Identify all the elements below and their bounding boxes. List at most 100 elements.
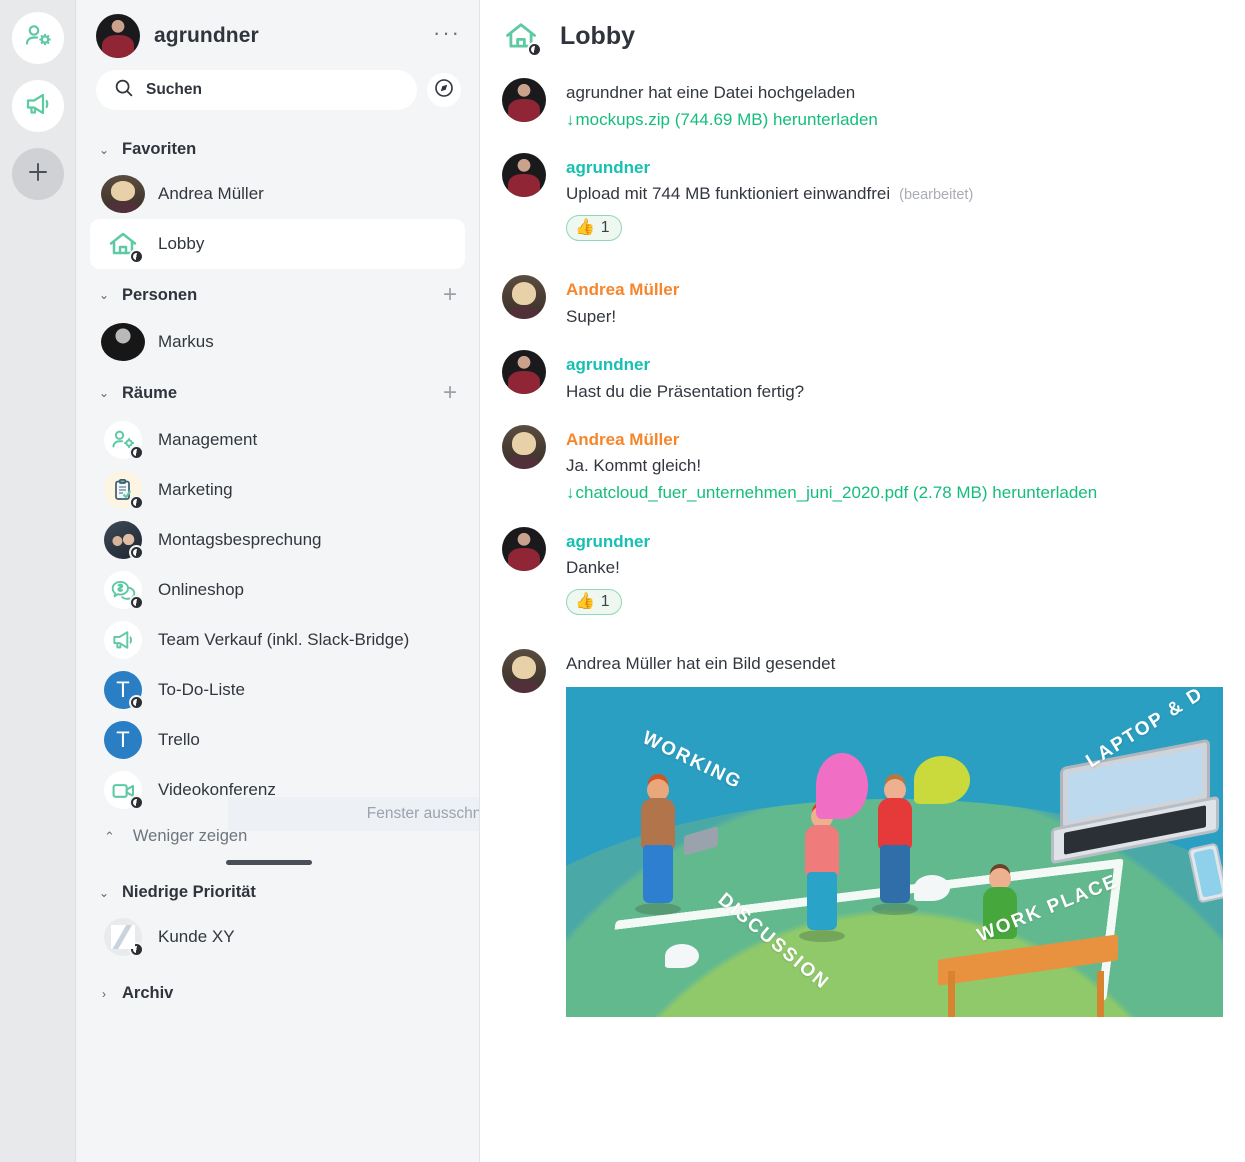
group-header-niedrige-prioritaet[interactable]: ⌄ Niedrige Priorität [76,869,479,912]
download-link[interactable]: ↓chatcloud_fuer_unternehmen_juni_2020.pd… [566,479,1223,506]
download-arrow-icon: ↓ [566,483,575,503]
house-icon [104,225,144,264]
sidebar-item-label: Management [158,430,258,449]
image-attachment[interactable]: WORKING DISCUSSION WORK PLACE LAPTOP & D [566,686,1223,1017]
sidebar-scroll-area[interactable]: ⌄ Favoriten Andrea Müller Lobby ⌄ Person… [76,126,479,1156]
sidebar-item-label: Montagsbesprechung [158,530,322,549]
photo-meeting-icon [104,521,144,560]
sidebar-item-label: Kunde XY [158,927,235,946]
plus-icon [25,159,51,190]
message-text: Upload mit 744 MB funktioniert einwandfr… [566,180,1223,207]
sidebar-item-label: Onlineshop [158,580,245,599]
sidebar-item-markus[interactable]: Markus [90,317,465,367]
group-title: Archiv [122,984,174,1002]
sidebar-item-kunde-xy[interactable]: Kunde XY [90,912,465,962]
app-root: agrundner ··· Suchen ⌄ Favoriten Andrea … [0,0,1245,1162]
download-label: mockups.zip (744.69 MB) herunterladen [575,109,878,129]
letter-t-icon: T [104,671,144,710]
clipboard-icon [104,471,144,510]
show-less-button[interactable]: ⌃ Weniger zeigen [76,815,479,850]
resize-handle[interactable] [226,860,312,865]
system-text: Andrea Müller hat ein Bild gesendet [566,654,836,674]
reaction-chip[interactable]: 👍 1 [566,215,622,242]
download-arrow-icon: ↓ [566,109,575,129]
globe-badge-icon [527,42,542,57]
sidebar-item-trello[interactable]: T Trello [90,715,465,765]
group-title: Räume [122,383,178,402]
search-icon [114,78,134,103]
photo-kunde-icon [104,918,144,957]
sidebar-item-team-verkauf[interactable]: Team Verkauf (inkl. Slack-Bridge) [90,615,465,665]
sidebar-item-management[interactable]: Management [90,415,465,465]
sidebar-item-label: Videokonferenz [158,780,276,799]
chat-pane: Lobby agrundner hat eine Datei hochgelad… [480,0,1245,1162]
rail-create-button[interactable] [11,148,64,200]
message-text: Hast du die Präsentation fertig? [566,381,805,401]
sidebar-item-label: Marketing [158,480,233,499]
avatar-markus-icon [101,323,145,361]
sidebar-item-montagsbesprechung[interactable]: Montagsbesprechung [90,515,465,565]
sidebar-item-marketing[interactable]: Marketing [90,465,465,515]
globe-badge-icon [129,445,144,460]
chevron-down-icon: ⌄ [98,288,110,302]
megaphone-icon [104,621,142,659]
message-text: Super! [566,306,617,326]
message-item: agrundner Hast du die Präsentation ferti… [480,344,1245,405]
chevron-down-icon: ⌄ [98,386,110,400]
sidebar-item-label: To-Do-Liste [158,680,245,699]
download-label: chatcloud_fuer_unternehmen_juni_2020.pdf… [575,483,1098,503]
group-header-favoriten[interactable]: ⌄ Favoriten [76,126,479,169]
user-gear-icon [23,21,53,56]
sidebar-item-to-do-liste[interactable]: T To-Do-Liste [90,665,465,715]
sidebar-item-lobby[interactable]: Lobby [90,219,465,269]
system-text: agrundner hat eine Datei hochgeladen [566,83,856,102]
message-list: agrundner hat eine Datei hochgeladen ↓mo… [480,62,1245,1017]
avatar[interactable] [502,526,546,571]
group-header-personen[interactable]: ⌄ Personen + [76,269,479,317]
globe-badge-icon [129,942,144,957]
avatar[interactable] [502,649,546,694]
illustration-bubble-white [914,874,951,901]
chat-dollar-icon [104,571,144,610]
search-input[interactable] [146,81,399,99]
download-link[interactable]: ↓mockups.zip (744.69 MB) herunterladen [566,106,1223,133]
reaction-chip[interactable]: 👍 1 [566,589,622,616]
rail-team-verkauf-shortcut[interactable] [11,80,64,132]
avatar[interactable] [502,152,546,197]
avatar[interactable] [502,78,546,122]
message-body: Upload mit 744 MB funktioniert einwandfr… [566,184,891,204]
sidebar-item-onlineshop[interactable]: Onlineshop [90,565,465,615]
message-author[interactable]: Andrea Müller [566,427,1223,453]
group-header-archiv[interactable]: › Archiv [76,962,479,1013]
search-box[interactable] [96,70,417,110]
add-room-button[interactable]: + [443,381,457,405]
sidebar-item-andrea-mueller[interactable]: Andrea Müller [90,169,465,219]
video-camera-icon [104,771,144,810]
message-author[interactable]: Andrea Müller [566,277,1223,303]
chevron-down-icon: ⌄ [98,885,110,900]
group-title: Niedrige Priorität [122,883,256,901]
user-gear-icon [104,421,144,460]
avatar[interactable] [502,275,546,320]
search-row [76,68,479,126]
message-author[interactable]: agrundner [566,155,1223,181]
page-title: Lobby [560,21,635,50]
avatar[interactable] [502,424,546,469]
icon-rail [0,0,76,1162]
sidebar-item-videokonferenz[interactable]: Videokonferenz [90,765,465,815]
directory-button[interactable] [427,73,461,107]
group-header-raeume[interactable]: ⌄ Räume + [76,367,479,415]
kebab-menu-icon[interactable]: ··· [433,22,461,50]
current-user-name: agrundner [154,24,259,47]
add-person-button[interactable]: + [443,283,457,307]
chevron-down-icon: ⌄ [98,142,110,157]
globe-badge-icon [129,495,144,510]
rail-management-shortcut[interactable] [11,12,64,64]
message-item: Andrea Müller Ja. Kommt gleich! ↓chatclo… [480,419,1245,507]
message-author[interactable]: agrundner [566,352,1223,378]
message-author[interactable]: agrundner [566,529,1223,555]
avatar[interactable] [96,14,140,58]
megaphone-icon [23,89,53,124]
avatar[interactable] [502,350,546,395]
message-item: agrundner hat eine Datei hochgeladen ↓mo… [480,72,1245,133]
